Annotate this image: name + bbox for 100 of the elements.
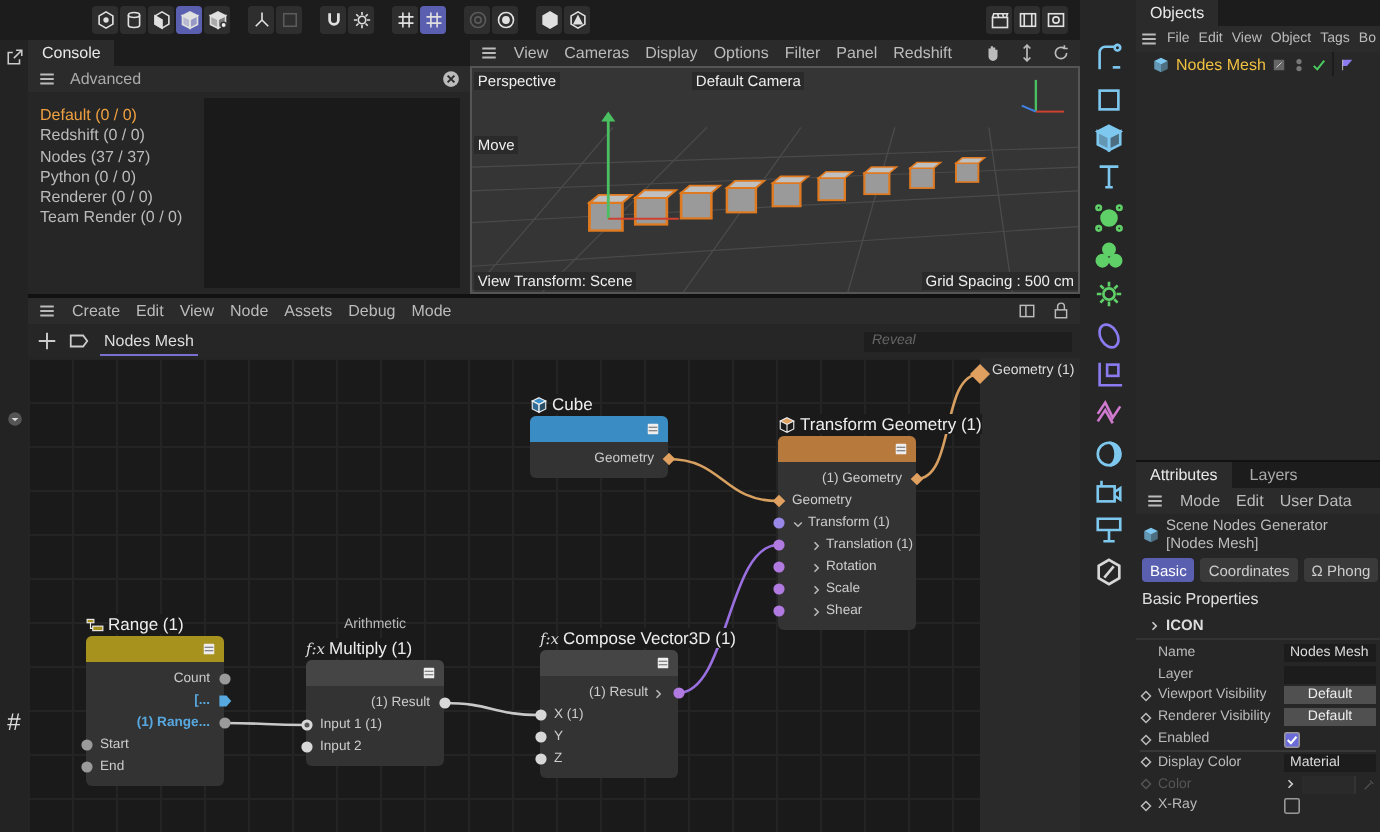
toolbar-button[interactable] [148,6,174,34]
port-dot-icon[interactable] [771,604,785,618]
keyframe-diamond-icon[interactable] [1140,733,1152,746]
toolbar-button[interactable] [1042,6,1068,34]
console-channel[interactable]: Python (0 / 0) [40,167,204,186]
move-icon[interactable] [1018,44,1036,62]
toolbar-button[interactable] [204,6,230,34]
menu-icon[interactable] [1140,30,1158,48]
object-name[interactable]: Nodes Mesh [1176,55,1266,73]
chevron-icon[interactable] [810,605,822,617]
port-dot-icon[interactable] [771,516,785,530]
chevron-icon[interactable] [810,583,822,595]
text-field[interactable] [1284,665,1376,684]
port-diamond-icon[interactable] [909,472,923,486]
hand-icon[interactable] [984,44,1002,62]
toolbar-button[interactable] [320,6,346,34]
chevron-icon[interactable] [652,687,664,699]
node-header[interactable] [86,636,224,662]
port-dot-icon[interactable] [771,538,785,552]
console-channel[interactable]: Nodes (37 / 37) [40,147,204,166]
menu-icon[interactable] [479,44,498,62]
chevron-icon[interactable] [792,517,804,529]
pencil-icon[interactable] [1093,556,1123,588]
hash-label[interactable]: # [7,708,21,736]
console-channel[interactable]: Redshift (0 / 0) [40,126,204,145]
toolbar-button[interactable] [420,6,446,34]
port-dot-icon[interactable] [533,708,547,722]
port-dot-icon[interactable] [671,686,685,700]
square-icon[interactable] [1093,84,1123,116]
panel-layout-icon[interactable] [1018,302,1036,320]
port-arrow-icon[interactable] [217,694,231,708]
toolbar-button[interactable] [536,6,562,34]
console-channel[interactable]: Renderer (0 / 0) [40,188,204,207]
panel-tab[interactable]: Attributes [1136,462,1232,488]
menu-item[interactable]: Assets [284,302,333,320]
toolbar-button[interactable] [986,6,1012,34]
port-diamond-icon[interactable] [771,494,785,508]
port-diamond-icon[interactable] [661,452,675,466]
node-header[interactable] [778,436,916,462]
port-dot-icon[interactable] [771,560,785,574]
ellipse-icon[interactable] [1093,320,1123,352]
add-icon[interactable] [36,330,58,352]
tag-icon[interactable] [68,330,90,352]
check-icon[interactable] [1311,57,1326,71]
console-channel[interactable]: Default (0 / 0) [40,106,204,124]
cube-icon[interactable] [1093,122,1123,154]
keyframe-diamond-icon[interactable] [1140,711,1152,724]
port-dot-icon[interactable] [217,672,231,686]
menu-icon[interactable] [1146,492,1164,510]
edit-icon[interactable] [1271,57,1286,71]
blobs-icon[interactable] [1093,240,1123,272]
chevron-icon[interactable] [1284,778,1296,791]
console-channel[interactable]: Team Render (0 / 0) [40,208,204,227]
port-dot-icon[interactable] [79,760,93,774]
chevron-icon[interactable] [810,561,822,573]
port-ring-icon[interactable] [299,718,313,732]
lamp-icon[interactable] [1093,514,1123,546]
port-dot-icon[interactable] [437,696,451,710]
port-dot-icon[interactable] [771,582,785,596]
port-dot-icon[interactable] [299,740,313,754]
menu-item[interactable]: Node [230,302,269,320]
menu-item[interactable]: Display [645,44,698,62]
lock-icon[interactable] [1052,302,1070,320]
menu-item[interactable]: View [179,302,215,320]
external-link-icon[interactable] [5,48,23,66]
curve-icon[interactable] [1093,42,1123,74]
menu-item[interactable]: Options [713,44,769,62]
menu-item[interactable]: Edit [1236,492,1264,510]
toolbar-button[interactable] [564,6,590,34]
menu-icon[interactable] [38,302,56,320]
node-header[interactable] [530,416,668,442]
menu-item[interactable]: Create [72,302,121,320]
menu-item[interactable]: Cameras [564,44,630,62]
toolbar-button[interactable] [120,6,146,34]
chevron-icon[interactable] [810,539,822,551]
tag-icon[interactable] [1339,57,1354,71]
keyframe-diamond-icon[interactable] [1140,689,1152,702]
toolbar-button[interactable] [248,6,274,34]
toolbar-button[interactable] [348,6,374,34]
menu-icon[interactable] [422,666,436,680]
toolbar-button[interactable] [92,6,118,34]
menu-item[interactable]: Panel [836,44,878,62]
menu-item[interactable]: User Data [1279,492,1352,510]
menu-item[interactable]: Mode [411,302,452,320]
port-dot-icon[interactable] [533,752,547,766]
objects-tab[interactable]: Objects [1136,0,1219,26]
zigzag-icon[interactable] [1093,396,1123,428]
checkbox[interactable] [1284,797,1300,814]
gear-icon[interactable] [1093,278,1123,310]
moon-icon[interactable] [1093,438,1123,470]
port-diamond-icon[interactable] [970,364,990,384]
toolbar-button[interactable] [492,6,518,34]
menu-item[interactable]: Debug [348,302,396,320]
toolbar-button[interactable] [176,6,202,34]
checkbox[interactable] [1284,731,1300,748]
chevron-icon[interactable] [1148,619,1160,631]
camera-icon[interactable] [1093,476,1123,508]
rotate-icon[interactable] [1052,44,1070,62]
port-dot-icon[interactable] [533,730,547,744]
menu-item[interactable]: View [513,44,549,62]
